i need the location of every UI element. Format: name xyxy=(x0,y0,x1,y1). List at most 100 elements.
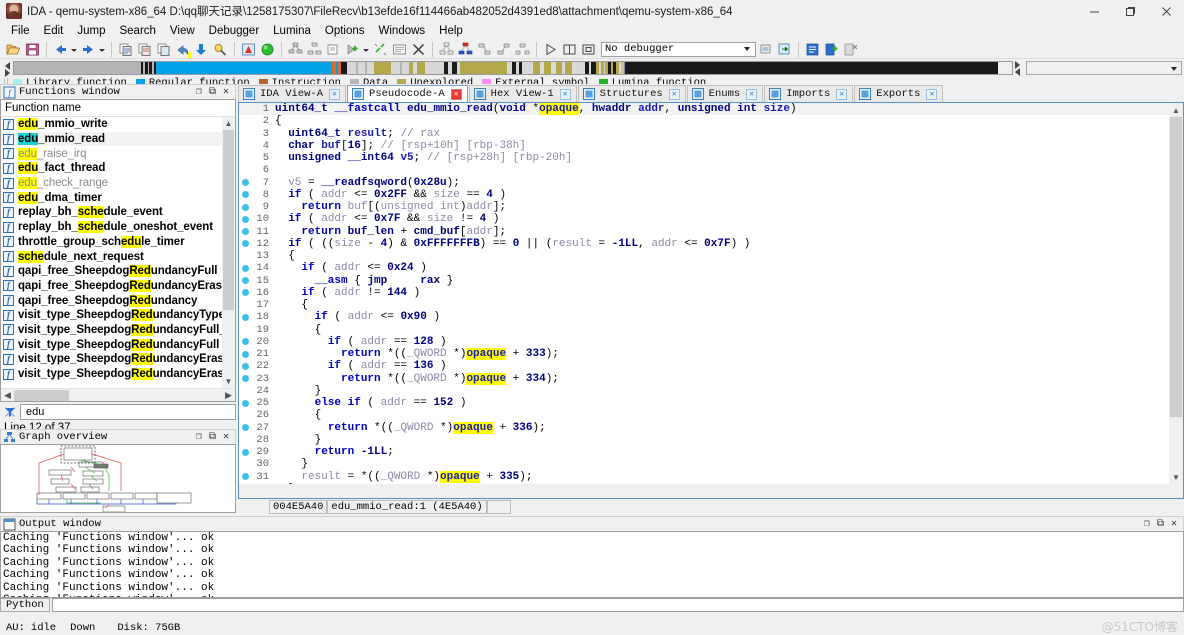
graph-overview-canvas[interactable] xyxy=(0,444,236,513)
graph-restore-button[interactable]: ❐ xyxy=(196,431,202,443)
output-float-button[interactable]: ⧉ xyxy=(1157,518,1164,530)
code-scroll-down-icon[interactable]: ▼ xyxy=(1169,470,1183,484)
code-line[interactable]: 16 if ( addr != 144 ) xyxy=(239,287,1169,299)
function-list-item[interactable]: f schedule_next_request xyxy=(1,249,235,264)
nav-scroll-right-icon[interactable] xyxy=(1013,60,1024,76)
graph-close-button[interactable]: ✕ xyxy=(223,431,229,443)
down-arrow-icon[interactable] xyxy=(193,41,210,58)
code-line[interactable]: 31 result = *((_QWORD *)opaque + 335); xyxy=(239,470,1169,483)
function-list-item[interactable]: f edu_raise_irq xyxy=(1,146,235,161)
code-line[interactable]: 18 if ( addr <= 0x90 ) xyxy=(239,311,1169,323)
functions-horizontal-scrollbar[interactable]: ◀ ▶ xyxy=(1,388,235,401)
code-line[interactable]: 17 { xyxy=(239,299,1169,311)
flowchart-icon[interactable] xyxy=(438,41,455,58)
code-line[interactable]: 4 char buf[16]; // [rsp+10h] [rbp-38h] xyxy=(239,140,1169,152)
code-line[interactable]: 28 } xyxy=(239,434,1169,446)
xrefs-to-icon[interactable] xyxy=(476,41,493,58)
hex-dump-icon[interactable] xyxy=(391,41,408,58)
functions-filter-input[interactable]: edu xyxy=(20,403,236,420)
output-close-button[interactable]: ✕ xyxy=(1171,518,1177,530)
code-line[interactable]: 15 __asm { jmp rax } xyxy=(239,275,1169,287)
tab-imports[interactable]: Imports ✕ xyxy=(764,85,854,102)
breakpoint-dot-icon[interactable] xyxy=(239,350,251,358)
breakpoint-dot-icon[interactable] xyxy=(239,399,251,407)
tab-enums[interactable]: Enums ✕ xyxy=(686,85,764,102)
breakpoint-dot-icon[interactable] xyxy=(239,191,251,199)
output-restore-button[interactable]: ❐ xyxy=(1144,518,1150,530)
scroll-left-icon[interactable]: ◀ xyxy=(1,389,14,401)
function-list-item[interactable]: f qapi_free_SheepdogRedundancyErasureCod xyxy=(1,279,235,294)
breakpoint-dot-icon[interactable] xyxy=(239,448,251,456)
menu-file[interactable]: File xyxy=(4,24,37,38)
code-horizontal-scrollbar[interactable] xyxy=(239,484,1183,498)
code-line[interactable]: 26 { xyxy=(239,409,1169,421)
tab-close-icon[interactable]: ✕ xyxy=(559,88,571,100)
tab-ida-view-a[interactable]: IDA View-A ✕ xyxy=(238,85,347,102)
back-dropdown-icon[interactable] xyxy=(70,41,79,58)
functions-column-header[interactable]: Function name xyxy=(1,100,235,117)
code-line[interactable]: 10 if ( addr <= 0x7F && size != 4 ) xyxy=(239,213,1169,225)
function-list-item[interactable]: f visit_type_SheepdogRedundancyErasureCod xyxy=(1,367,235,382)
menu-jump[interactable]: Jump xyxy=(70,24,112,38)
function-list-item[interactable]: f replay_bh_schedule_oneshot_event xyxy=(1,220,235,235)
function-list-item[interactable]: f throttle_group_schedule_timer xyxy=(1,235,235,250)
xrefs-from-icon[interactable] xyxy=(495,41,512,58)
code-line[interactable]: 5 unsigned __int64 v5; // [rsp+28h] [rbp… xyxy=(239,152,1169,164)
attach-process-icon[interactable] xyxy=(757,41,774,58)
breakpoint-dot-icon[interactable] xyxy=(239,424,251,432)
tab-close-icon[interactable]: ✕ xyxy=(746,88,758,100)
function-list-item[interactable]: f visit_type_SheepdogRedundancyType xyxy=(1,308,235,323)
code-line[interactable]: 1 uint64_t __fastcall edu_mmio_read(void … xyxy=(239,103,1169,116)
breakpoint-dropdown-icon[interactable] xyxy=(362,41,371,58)
pseudocode-lines[interactable]: 1 uint64_t __fastcall edu_mmio_read(void … xyxy=(239,103,1169,484)
tab-structures[interactable]: Structures ✕ xyxy=(577,85,686,102)
chevron-down-icon[interactable] xyxy=(741,43,753,56)
search-key-icon[interactable] xyxy=(212,41,229,58)
tab-pseudocode-a[interactable]: Pseudocode-A ✕ xyxy=(347,85,468,102)
function-list-item[interactable]: f edu_mmio_read xyxy=(1,131,235,147)
menu-debugger[interactable]: Debugger xyxy=(202,24,267,38)
duplicate-icon[interactable] xyxy=(155,41,172,58)
save-icon[interactable] xyxy=(24,41,41,58)
code-line[interactable]: 2{ xyxy=(239,115,1169,127)
breakpoint-dot-icon[interactable] xyxy=(239,240,251,248)
code-line[interactable]: 22 if ( addr == 136 ) xyxy=(239,360,1169,372)
detach-process-icon[interactable] xyxy=(776,41,793,58)
lumina-delete-icon[interactable] xyxy=(842,41,859,58)
code-line[interactable]: 20 if ( addr == 128 ) xyxy=(239,336,1169,348)
xrefs-icon[interactable] xyxy=(325,41,342,58)
delete-x-icon[interactable] xyxy=(410,41,427,58)
graph-view-icon[interactable] xyxy=(287,41,304,58)
breakpoint-dot-icon[interactable] xyxy=(239,338,251,346)
function-list-item[interactable]: f edu_check_range xyxy=(1,176,235,191)
code-line[interactable]: 19 { xyxy=(239,324,1169,336)
output-log[interactable]: Caching 'Functions window'... ok Caching … xyxy=(0,531,1184,598)
code-line[interactable]: 21 return *((_QWORD *)opaque + 333); xyxy=(239,348,1169,361)
subgraph-icon[interactable] xyxy=(514,41,531,58)
function-list-item[interactable]: f edu_fact_thread xyxy=(1,161,235,176)
functions-close-button[interactable]: ✕ xyxy=(223,86,229,98)
pseudocode-view[interactable]: 1 uint64_t __fastcall edu_mmio_read(void … xyxy=(238,102,1184,499)
tab-close-icon[interactable]: ✕ xyxy=(836,88,848,100)
proximity-view-icon[interactable] xyxy=(306,41,323,58)
tab-hex-view-1[interactable]: Hex View-1 ✕ xyxy=(468,85,577,102)
filter-icon[interactable] xyxy=(3,405,17,419)
tab-close-icon[interactable]: ✕ xyxy=(668,88,680,100)
tab-exports[interactable]: Exports ✕ xyxy=(854,85,944,102)
tab-close-icon[interactable]: ✕ xyxy=(329,88,341,100)
code-line[interactable]: 25 else if ( addr == 152 ) xyxy=(239,397,1169,409)
python-mode-button[interactable]: Python xyxy=(0,598,50,612)
code-line[interactable]: 24 } xyxy=(239,385,1169,397)
menu-view[interactable]: View xyxy=(163,24,202,38)
code-line[interactable]: 13 { xyxy=(239,250,1169,262)
tab-close-icon[interactable]: ✕ xyxy=(450,88,462,100)
functions-scroll-thumb[interactable] xyxy=(223,130,234,310)
breakpoint-dot-icon[interactable] xyxy=(239,362,251,370)
warning-icon[interactable] xyxy=(240,41,257,58)
copy-icon[interactable] xyxy=(117,41,134,58)
menu-help[interactable]: Help xyxy=(432,24,470,38)
breakpoint-dot-icon[interactable] xyxy=(239,179,251,187)
code-line[interactable]: 11 return buf_len + cmd_buf[addr]; xyxy=(239,226,1169,238)
function-list-item[interactable]: f qapi_free_SheepdogRedundancy xyxy=(1,293,235,308)
breakpoint-dot-icon[interactable] xyxy=(239,473,251,481)
